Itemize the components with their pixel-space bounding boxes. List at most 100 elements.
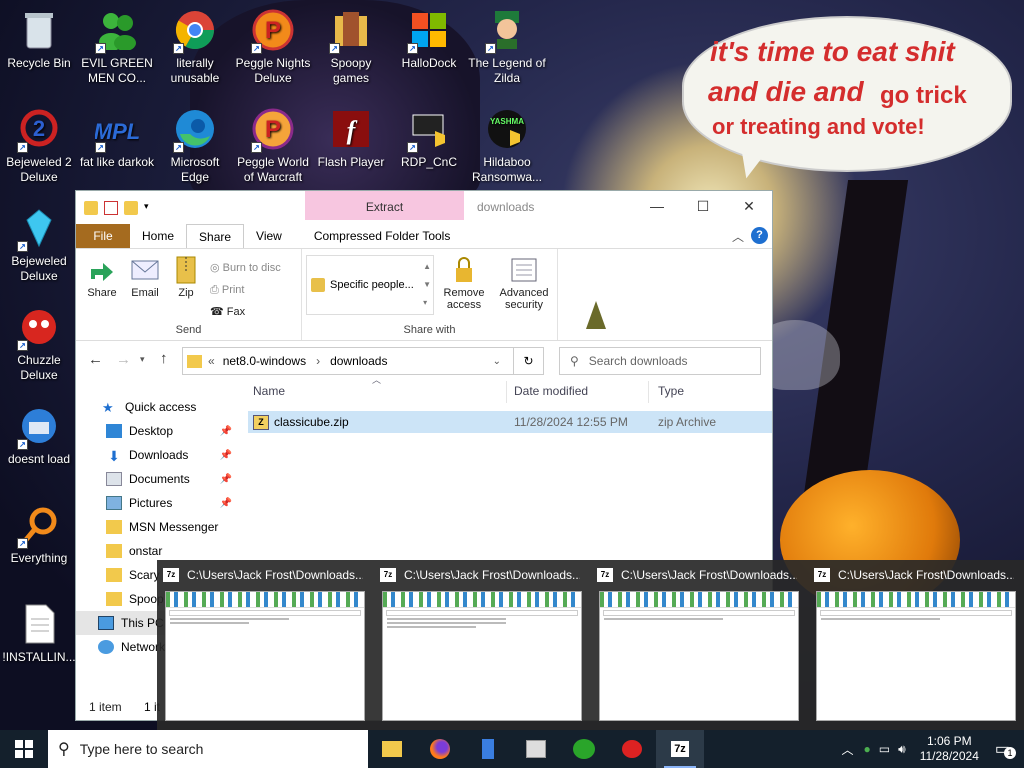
desktop-icon-everything[interactable]: ↗ Everything	[0, 503, 78, 566]
thumbnail-7zip-4[interactable]: 7z C:\Users\Jack Frost\Downloads...	[808, 560, 1020, 730]
nav-msn-messenger[interactable]: MSN Messenger	[76, 515, 246, 539]
pin-icon[interactable]: 📌	[220, 450, 232, 461]
tab-share[interactable]: Share	[186, 224, 245, 248]
network-icon[interactable]: ▭	[875, 742, 894, 756]
back-arrow-icon[interactable]: ←	[88, 351, 103, 368]
search-box[interactable]: ⚲ Search downloads	[559, 347, 761, 375]
email-button[interactable]: Email	[126, 255, 164, 299]
desktop-icon-edge[interactable]: ↗ Microsoft Edge	[156, 107, 234, 185]
desktop-icon-thunderbird[interactable]: ↗ doesnt load	[0, 404, 78, 467]
title-bar[interactable]: ▾ Extract downloads — ☐ ✕	[76, 191, 772, 224]
properties-icon[interactable]	[104, 200, 118, 215]
address-bar[interactable]: « net8.0-windows › downloads ⌄ ↻	[182, 347, 544, 375]
nav-desktop[interactable]: Desktop 📌	[76, 419, 246, 443]
desktop-icon-spoopy-games[interactable]: ↗ Spoopy games	[312, 8, 390, 86]
volume-icon[interactable]: 🔊︎	[894, 742, 910, 757]
desktop-icon-recycle-bin[interactable]: Recycle Bin	[0, 8, 78, 71]
table-row[interactable]: Z classicube.zip 11/28/2024 12:55 PM zip…	[248, 411, 772, 433]
taskbar-notepad[interactable]	[512, 730, 560, 768]
refresh-icon[interactable]: ↻	[513, 348, 543, 374]
fax-button[interactable]: ☎ Fax	[210, 301, 281, 323]
scroll-arrows[interactable]: ▲ ▼ ▾	[423, 258, 431, 312]
taskbar-search-box[interactable]: ⚲ Type here to search	[48, 730, 368, 768]
start-button[interactable]	[0, 730, 48, 768]
column-name[interactable]: Name	[253, 384, 285, 398]
desktop-icon-chuzzle[interactable]: ↗ Chuzzle Deluxe	[0, 305, 78, 383]
quick-access-toolbar: ▾	[76, 200, 158, 215]
share-with-list[interactable]: Specific people... ▲ ▼ ▾	[306, 255, 434, 315]
desktop-icon-hallodock[interactable]: ↗ HalloDock	[390, 8, 468, 71]
tab-file[interactable]: File	[76, 224, 130, 248]
bubble-line-2b: go trick	[880, 82, 967, 109]
taskbar-7zip[interactable]: 7z	[656, 730, 704, 768]
thumbnail-7zip-3[interactable]: 7z C:\Users\Jack Frost\Downloads...	[591, 560, 803, 730]
bird-icon	[622, 740, 642, 758]
clock[interactable]: 1:06 PM 11/28/2024	[910, 734, 989, 764]
notifications-icon[interactable]: ▭ 1	[989, 739, 1024, 759]
print-button[interactable]: ⎙ Print	[210, 279, 281, 301]
chevron-up-icon[interactable]: ︿	[732, 228, 744, 245]
firefox-icon	[430, 739, 450, 759]
taskbar-file-explorer[interactable]	[368, 730, 416, 768]
chevron-up-icon[interactable]: ︿	[836, 741, 860, 758]
7zip-icon: 7z	[597, 568, 613, 582]
breadcrumb-net8[interactable]: net8.0-windows	[223, 354, 306, 368]
pin-icon[interactable]: 📌	[220, 474, 232, 485]
pin-icon[interactable]: 📌	[220, 426, 232, 437]
desktop-icon-installing[interactable]: !INSTALLIN...	[0, 602, 78, 665]
recycle-bin-icon	[17, 8, 61, 52]
nav-pictures[interactable]: Pictures 📌	[76, 491, 246, 515]
desktop-icon	[106, 424, 122, 438]
remove-access-button[interactable]: Remove access	[438, 255, 490, 311]
7zip-icon: 7z	[380, 568, 396, 582]
desktop-icon-peggle-nights[interactable]: P ↗ Peggle Nights Deluxe	[234, 8, 312, 86]
burn-to-disc-button[interactable]: ◎ Burn to disc	[210, 257, 281, 279]
desktop-icon-evil-green-men[interactable]: ↗ EVIL GREEN MEN CO...	[78, 8, 156, 86]
column-date-modified[interactable]: Date modified	[514, 384, 588, 398]
desktop-icon-rdp-cnc[interactable]: ↗ RDP_CnC	[390, 107, 468, 170]
desktop-icon-bejeweled-2[interactable]: 2 ↗ Bejeweled 2 Deluxe	[0, 107, 78, 185]
pin-icon[interactable]: 📌	[220, 498, 232, 509]
new-folder-icon[interactable]	[124, 200, 138, 215]
desktop-icon-flash-player[interactable]: f Flash Player	[312, 107, 390, 170]
desktop-icon-chrome[interactable]: ↗ literally unusable	[156, 8, 234, 86]
thumbnail-7zip-2[interactable]: 7z C:\Users\Jack Frost\Downloads...	[374, 560, 586, 730]
taskbar-angry-birds[interactable]	[608, 730, 656, 768]
breadcrumb-downloads[interactable]: downloads	[330, 354, 387, 368]
help-icon[interactable]: ?	[751, 227, 768, 244]
nav-quick-access[interactable]: ★ Quick access	[76, 395, 246, 419]
rdp-icon: ↗	[407, 107, 451, 153]
security-icon	[509, 255, 539, 285]
desktop-icon-bejeweled-deluxe[interactable]: ↗ Bejeweled Deluxe	[0, 206, 78, 284]
nav-downloads[interactable]: ⬇ Downloads 📌	[76, 443, 246, 467]
speech-bubble: it's time to eat shit and die and go tri…	[684, 18, 1010, 182]
desktop-icon-legend-of-zilda[interactable]: ↗ The Legend of Zilda	[468, 8, 546, 86]
tab-home[interactable]: Home	[130, 224, 186, 248]
nav-documents[interactable]: Documents 📌	[76, 467, 246, 491]
documents-icon	[106, 472, 122, 486]
chevron-down-icon[interactable]: ▾	[140, 354, 145, 365]
column-type[interactable]: Type	[658, 384, 684, 398]
zip-button[interactable]: Zip	[170, 255, 202, 299]
tab-compressed-folder-tools[interactable]: Compressed Folder Tools	[302, 224, 463, 248]
desktop-icon-hildaboo[interactable]: YASHMA Hildaboo Ransomwa...	[468, 107, 546, 185]
people-icon[interactable]: ●	[860, 742, 875, 756]
tab-view[interactable]: View	[244, 224, 294, 248]
share-button[interactable]: Share	[82, 255, 122, 299]
advanced-security-button[interactable]: Advanced security	[494, 255, 554, 311]
maximize-button[interactable]: ☐	[680, 191, 726, 221]
thumbnail-7zip-1[interactable]: 7z C:\Users\Jack Frost\Downloads...	[157, 560, 369, 730]
taskbar-green-men[interactable]	[560, 730, 608, 768]
close-button[interactable]: ✕	[726, 191, 772, 221]
desktop-icon-peggle-wow[interactable]: P ↗ Peggle World of Warcraft	[234, 107, 312, 185]
up-arrow-icon[interactable]: ↑	[160, 350, 168, 367]
chevron-down-icon[interactable]: ⌄	[493, 356, 501, 367]
context-tab-extract[interactable]: Extract	[305, 191, 464, 220]
chevron-down-icon[interactable]: ▾	[144, 201, 158, 215]
taskbar-app[interactable]	[464, 730, 512, 768]
desktop-icon-fat-like-darkok[interactable]: MPL ↗ fat like darkok	[78, 107, 156, 170]
forward-arrow-icon[interactable]: →	[116, 351, 131, 368]
minimize-button[interactable]: —	[634, 191, 680, 221]
download-icon: ⬇	[108, 448, 120, 464]
taskbar-firefox[interactable]	[416, 730, 464, 768]
